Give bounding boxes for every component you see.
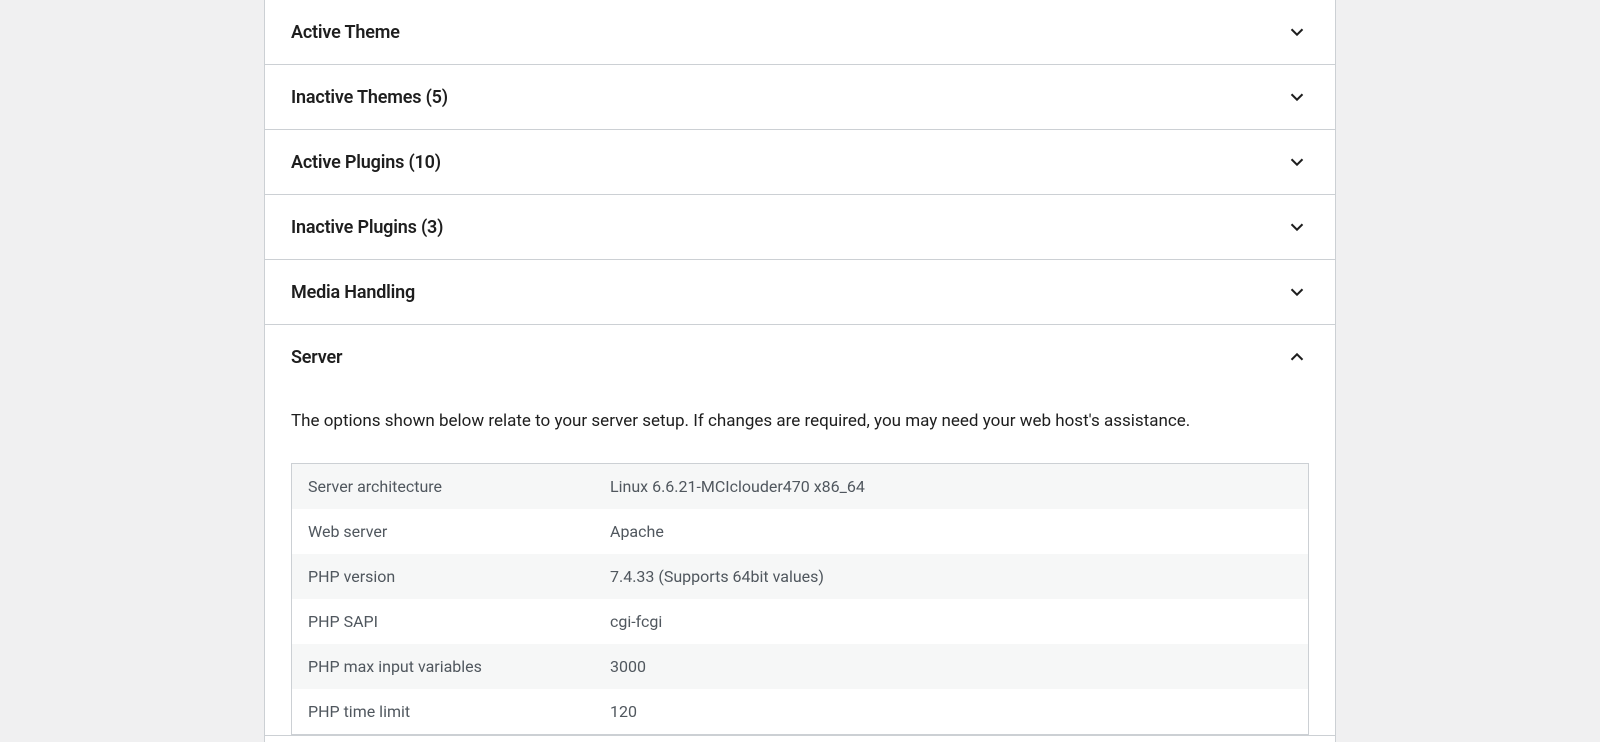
- table-row: PHP SAPI cgi-fcgi: [292, 599, 1308, 644]
- accordion-title: Inactive Plugins (3): [291, 217, 443, 238]
- info-label: PHP version: [292, 554, 594, 599]
- info-label: Web server: [292, 509, 594, 554]
- accordion-header-active-plugins[interactable]: Active Plugins (10): [265, 130, 1335, 194]
- accordion-title: Inactive Themes (5): [291, 87, 448, 108]
- server-info-table: Server architecture Linux 6.6.21-MCIclou…: [291, 463, 1309, 735]
- info-value: Apache: [594, 509, 1308, 554]
- chevron-down-icon: [1285, 215, 1309, 239]
- info-label: Server architecture: [292, 464, 594, 509]
- accordion-title: Media Handling: [291, 282, 415, 303]
- accordion-header-inactive-plugins[interactable]: Inactive Plugins (3): [265, 195, 1335, 259]
- info-value: 7.4.33 (Supports 64bit values): [594, 554, 1308, 599]
- accordion-media-handling: Media Handling: [265, 260, 1335, 325]
- accordion-title: Active Theme: [291, 22, 400, 43]
- table-row: PHP max input variables 3000: [292, 644, 1308, 689]
- accordion-header-media-handling[interactable]: Media Handling: [265, 260, 1335, 324]
- chevron-down-icon: [1285, 150, 1309, 174]
- info-value: 3000: [594, 644, 1308, 689]
- table-row: PHP time limit 120: [292, 689, 1308, 734]
- info-value: 120: [594, 689, 1308, 734]
- accordion-inactive-themes: Inactive Themes (5): [265, 65, 1335, 130]
- table-row: Server architecture Linux 6.6.21-MCIclou…: [292, 464, 1308, 509]
- table-row: Web server Apache: [292, 509, 1308, 554]
- table-row: PHP version 7.4.33 (Supports 64bit value…: [292, 554, 1308, 599]
- info-label: PHP SAPI: [292, 599, 594, 644]
- accordion-header-inactive-themes[interactable]: Inactive Themes (5): [265, 65, 1335, 129]
- accordion-active-theme: Active Theme: [265, 0, 1335, 65]
- accordion-active-plugins: Active Plugins (10): [265, 130, 1335, 195]
- chevron-down-icon: [1285, 85, 1309, 109]
- site-health-panel: Active Theme Inactive Themes (5) Active …: [264, 0, 1336, 742]
- accordion-header-server[interactable]: Server: [265, 325, 1335, 389]
- chevron-down-icon: [1285, 20, 1309, 44]
- info-label: PHP time limit: [292, 689, 594, 734]
- accordion-title: Active Plugins (10): [291, 152, 441, 173]
- info-label: PHP max input variables: [292, 644, 594, 689]
- accordion-inactive-plugins: Inactive Plugins (3): [265, 195, 1335, 260]
- accordion-server: Server The options shown below relate to…: [265, 325, 1335, 736]
- server-description: The options shown below relate to your s…: [291, 409, 1309, 435]
- accordion-body-server: The options shown below relate to your s…: [265, 389, 1335, 735]
- chevron-up-icon: [1285, 345, 1309, 369]
- chevron-down-icon: [1285, 280, 1309, 304]
- info-value: cgi-fcgi: [594, 599, 1308, 644]
- accordion-header-active-theme[interactable]: Active Theme: [265, 0, 1335, 64]
- accordion-title: Server: [291, 347, 342, 368]
- info-value: Linux 6.6.21-MCIclouder470 x86_64: [594, 464, 1308, 509]
